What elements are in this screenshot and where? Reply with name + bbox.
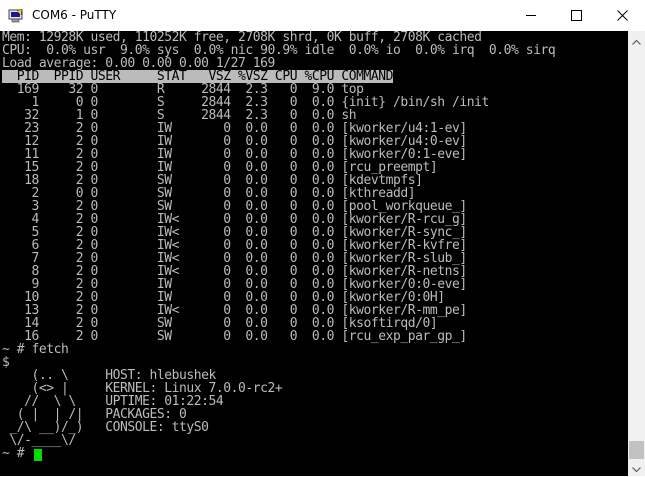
vertical-scrollbar[interactable] xyxy=(628,31,645,476)
minimize-button[interactable] xyxy=(508,0,554,31)
shell-prompt: ~ # xyxy=(2,446,32,461)
scroll-down-button[interactable] xyxy=(628,459,645,476)
putty-monitor-icon[interactable] xyxy=(8,8,24,23)
maximize-icon xyxy=(570,6,582,25)
scroll-up-button[interactable] xyxy=(628,31,645,48)
fetch-command-line: ~ # fetch xyxy=(2,342,69,357)
terminal-output[interactable]: Mem: 12928K used, 110252K free, 2708K sh… xyxy=(0,31,628,476)
window-title: COM6 - PuTTY xyxy=(32,8,117,22)
maximize-button[interactable] xyxy=(553,0,599,31)
close-icon xyxy=(616,6,628,25)
scrollbar-thumb[interactable] xyxy=(629,441,644,459)
chevron-up-icon xyxy=(632,30,641,49)
putty-window: COM6 - PuTTY Mem: 12928K used, 110252K f… xyxy=(0,0,645,476)
chevron-down-icon xyxy=(632,458,641,477)
terminal-cursor xyxy=(34,449,42,461)
close-button[interactable] xyxy=(599,0,645,31)
title-bar[interactable]: COM6 - PuTTY xyxy=(0,0,645,31)
process-row: 16 2 0 SW 0 0.0 0 0.0 [rcu_exp_par_gp_] xyxy=(2,329,467,344)
minimize-icon xyxy=(525,6,537,25)
